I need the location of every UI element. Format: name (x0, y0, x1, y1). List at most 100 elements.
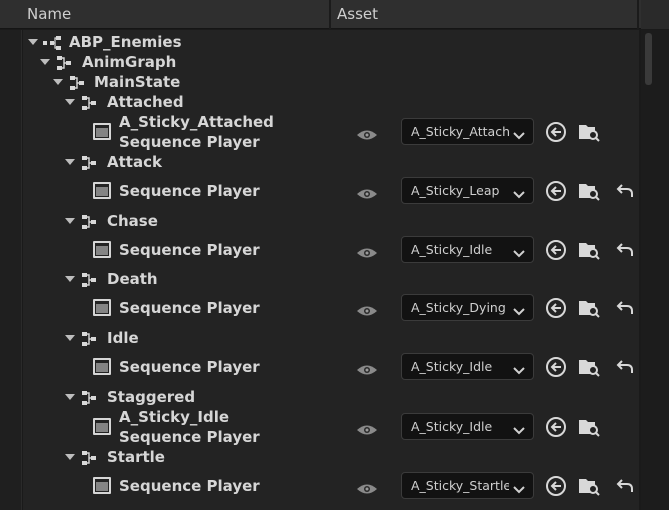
asset-picker-dropdown[interactable]: A_Sticky_Attached (401, 118, 534, 145)
sequence-player-icon (93, 182, 111, 199)
use-selected-asset-icon[interactable] (545, 239, 567, 261)
asset-column-header[interactable]: Asset (333, 0, 639, 29)
sequence-player-icon (93, 241, 111, 258)
chevron-down-icon (513, 302, 525, 316)
chevron-down-icon[interactable] (28, 39, 38, 45)
anim-asset-override-panel: Name Asset ABP_Enemies AnimGraph MainState… (0, 0, 669, 510)
use-selected-asset-icon[interactable] (545, 356, 567, 378)
state-graph-icon (82, 390, 98, 405)
sequence-player-asset-label: A_Sticky_Attached (119, 113, 274, 131)
state-label-startle: Startle (107, 448, 165, 466)
state-label-staggered: Staggered (107, 388, 196, 406)
asset-picker-dropdown[interactable]: A_Sticky_Startle (401, 472, 534, 499)
anim-graph-label: AnimGraph (82, 53, 177, 71)
browse-to-asset-icon[interactable] (578, 121, 600, 143)
state-graph-icon (82, 214, 98, 229)
browse-to-asset-icon[interactable] (578, 239, 600, 261)
name-column-header[interactable]: Name (0, 0, 331, 29)
left-gutter (0, 30, 22, 510)
chevron-down-icon (513, 480, 525, 494)
reset-to-default-icon[interactable] (616, 300, 634, 316)
browse-to-asset-icon[interactable] (578, 297, 600, 319)
state-graph-icon (82, 450, 98, 465)
sequence-player-icon (93, 418, 111, 435)
eye-icon[interactable] (356, 480, 378, 494)
reset-to-default-icon[interactable] (616, 183, 634, 199)
browse-to-asset-icon[interactable] (578, 356, 600, 378)
reset-to-default-icon[interactable] (616, 242, 634, 258)
sequence-player-label: Sequence Player (119, 133, 260, 151)
root-graph-icon (43, 35, 61, 50)
column-header: Name Asset (0, 0, 669, 29)
chevron-down-icon[interactable] (65, 394, 75, 400)
state-label-idle: Idle (107, 329, 139, 347)
use-selected-asset-icon[interactable] (545, 475, 567, 497)
asset-picker-dropdown[interactable]: A_Sticky_Idle (401, 236, 534, 263)
browse-to-asset-icon[interactable] (578, 180, 600, 202)
sequence-player-icon (93, 123, 111, 140)
asset-picker-value: A_Sticky_Leap (411, 183, 500, 198)
state-graph-icon (82, 272, 98, 287)
chevron-down-icon (513, 244, 525, 258)
chevron-down-icon[interactable] (40, 59, 50, 65)
asset-picker-value: A_Sticky_Startle (411, 478, 509, 493)
sequence-player-label: Sequence Player (119, 477, 260, 495)
asset-tree: ABP_Enemies AnimGraph MainState Attached A_S… (23, 30, 639, 510)
chevron-down-icon (513, 126, 525, 140)
chevron-down-icon[interactable] (65, 159, 75, 165)
sequence-player-label: Sequence Player (119, 299, 260, 317)
sequence-player-icon (93, 477, 111, 494)
use-selected-asset-icon[interactable] (545, 297, 567, 319)
sequence-player-label: Sequence Player (119, 241, 260, 259)
chevron-down-icon[interactable] (65, 454, 75, 460)
chevron-down-icon[interactable] (53, 79, 63, 85)
state-label-chase: Chase (107, 212, 158, 230)
eye-icon[interactable] (356, 421, 378, 435)
reset-to-default-icon[interactable] (616, 478, 634, 494)
asset-picker-dropdown[interactable]: A_Sticky_Leap (401, 177, 534, 204)
sequence-player-icon (93, 358, 111, 375)
sequence-player-label: Sequence Player (119, 428, 260, 446)
chevron-down-icon[interactable] (65, 335, 75, 341)
use-selected-asset-icon[interactable] (545, 416, 567, 438)
state-graph-icon (57, 55, 73, 70)
eye-icon[interactable] (356, 244, 378, 258)
state-label-attached: Attached (107, 93, 184, 111)
asset-picker-dropdown[interactable]: A_Sticky_Idle (401, 413, 534, 440)
asset-picker-value: A_Sticky_Idle (411, 419, 493, 434)
eye-icon[interactable] (356, 302, 378, 316)
sequence-player-asset-label: A_Sticky_Idle (119, 408, 230, 426)
asset-picker-dropdown[interactable]: A_Sticky_Dying (401, 294, 534, 321)
browse-to-asset-icon[interactable] (578, 475, 600, 497)
use-selected-asset-icon[interactable] (545, 121, 567, 143)
sequence-player-label: Sequence Player (119, 182, 260, 200)
scrollbar-thumb[interactable] (645, 33, 652, 85)
sequence-player-label: Sequence Player (119, 358, 260, 376)
state-label-attack: Attack (107, 153, 162, 171)
root-asset-label: ABP_Enemies (69, 33, 182, 51)
reset-to-default-icon[interactable] (616, 359, 634, 375)
state-graph-icon (70, 75, 86, 90)
eye-icon[interactable] (356, 185, 378, 199)
chevron-down-icon[interactable] (65, 99, 75, 105)
sequence-player-icon (93, 299, 111, 316)
chevron-down-icon[interactable] (65, 218, 75, 224)
asset-picker-value: A_Sticky_Attached (411, 124, 509, 139)
browse-to-asset-icon[interactable] (578, 416, 600, 438)
header-spacer (641, 0, 669, 29)
asset-picker-value: A_Sticky_Idle (411, 359, 493, 374)
use-selected-asset-icon[interactable] (545, 180, 567, 202)
state-graph-icon (82, 95, 98, 110)
state-graph-icon (82, 331, 98, 346)
asset-picker-value: A_Sticky_Idle (411, 242, 493, 257)
state-label-death: Death (107, 270, 158, 288)
asset-picker-value: A_Sticky_Dying (411, 300, 506, 315)
asset-picker-dropdown[interactable]: A_Sticky_Idle (401, 353, 534, 380)
scrollbar-track[interactable] (641, 30, 669, 510)
state-graph-icon (82, 155, 98, 170)
chevron-down-icon (513, 421, 525, 435)
chevron-down-icon[interactable] (65, 276, 75, 282)
eye-icon[interactable] (356, 126, 378, 140)
chevron-down-icon (513, 361, 525, 375)
eye-icon[interactable] (356, 361, 378, 375)
